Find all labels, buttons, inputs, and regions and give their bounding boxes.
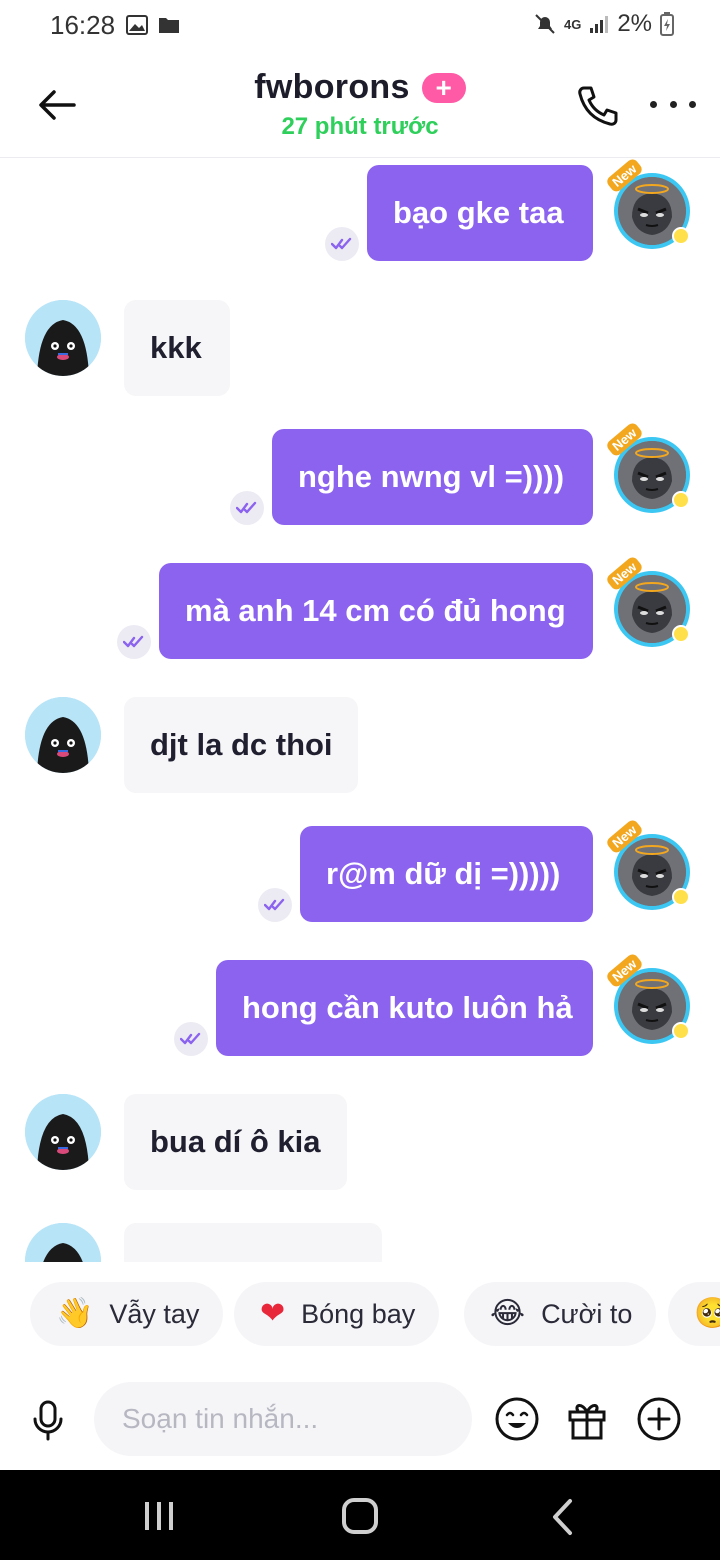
incoming-message: djt la dc thoi [0,697,720,797]
my-avatar[interactable]: New [604,818,690,910]
message-bubble[interactable]: nghe nwng vl =)))) [272,429,593,525]
incoming-message-partial [0,1223,720,1262]
pleading-face-icon: 🥺 [694,1296,720,1331]
heart-icon: ❤ [260,1296,286,1331]
message-list[interactable]: bạo gke taa New kkk nghe nwng vl =)))) New mà… [0,159,720,1262]
contact-avatar[interactable] [25,697,101,773]
outgoing-message: mà anh 14 cm có đủ hong New [0,555,720,663]
read-receipt-icon [230,491,264,525]
outgoing-message: hong cần kuto luôn hả New [0,952,720,1060]
quick-reaction-label: Cười to [541,1298,633,1329]
chat-header: fwborons + 27 phút trước [0,52,720,158]
my-avatar[interactable]: New [604,555,690,647]
network-type: 4G [563,16,582,32]
my-avatar[interactable]: New [604,159,690,249]
microphone-icon[interactable] [26,1398,70,1442]
message-bubble[interactable]: bạo gke taa [367,165,593,261]
read-receipt-icon [325,227,359,261]
battery-percent: 2% [617,10,652,37]
signal-icon [590,16,609,33]
recents-icon[interactable] [142,1500,176,1532]
message-bubble[interactable]: r@m dữ dị =))))) [300,826,593,922]
system-nav-bar [0,1470,720,1560]
message-bubble[interactable] [124,1223,382,1262]
battery-charging-icon [660,12,674,36]
folder-icon [159,18,179,33]
message-bubble[interactable]: kkk [124,300,230,396]
quick-reaction-laugh[interactable]: 😂 Cười to [464,1282,657,1346]
status-time: 16:28 [50,10,116,40]
message-bubble[interactable]: hong cần kuto luôn hả [216,960,593,1056]
read-receipt-icon [174,1022,208,1056]
message-composer [0,1366,720,1470]
plus-badge: + [421,72,466,103]
message-bubble[interactable]: bua dí ô kia [124,1094,347,1190]
my-avatar[interactable]: New [604,421,690,513]
more-dots-icon[interactable] [650,92,696,116]
message-input[interactable] [94,1382,472,1456]
quick-reaction-wave[interactable]: 👋 Vẫy tay [30,1282,224,1346]
quick-reaction-label: Vẫy tay [109,1298,200,1329]
outgoing-message: r@m dữ dị =))))) New [0,818,720,926]
message-bubble[interactable]: djt la dc thoi [124,697,358,793]
outgoing-message: nghe nwng vl =)))) New [0,421,720,529]
message-bubble[interactable]: mà anh 14 cm có đủ hong [159,563,593,659]
quick-reaction-balloon[interactable]: ❤ Bóng bay [234,1282,440,1346]
contact-avatar[interactable] [25,1094,101,1170]
quick-reaction-pleading[interactable]: 🥺 [668,1282,720,1346]
contact-avatar[interactable] [25,300,101,376]
phone-icon[interactable] [574,82,622,130]
read-receipt-icon [258,888,292,922]
quick-reaction-label: Bóng bay [301,1298,416,1329]
read-receipt-icon [117,625,151,659]
incoming-message: bua dí ô kia [0,1094,720,1194]
mute-icon [535,14,555,34]
home-icon[interactable] [342,1498,378,1534]
contact-avatar[interactable] [25,1223,101,1262]
image-icon [126,15,148,35]
status-bar: 16:28 4G 2% [0,0,720,52]
incoming-message: kkk [0,300,720,400]
add-circle-icon[interactable] [636,1396,682,1442]
laughing-icon: 😂 [490,1296,526,1331]
quick-reaction-bar: 👋 Vẫy tay ❤ Bóng bay 😂 Cười to 🥺 [0,1262,720,1366]
gift-icon[interactable] [564,1396,610,1442]
wave-icon: 👋 [56,1296,94,1331]
nav-back-icon[interactable] [548,1498,578,1536]
my-avatar[interactable]: New [604,952,690,1044]
emoji-icon[interactable] [494,1396,540,1442]
contact-name: fwborons [254,68,410,106]
outgoing-message: bạo gke taa New [0,159,720,265]
